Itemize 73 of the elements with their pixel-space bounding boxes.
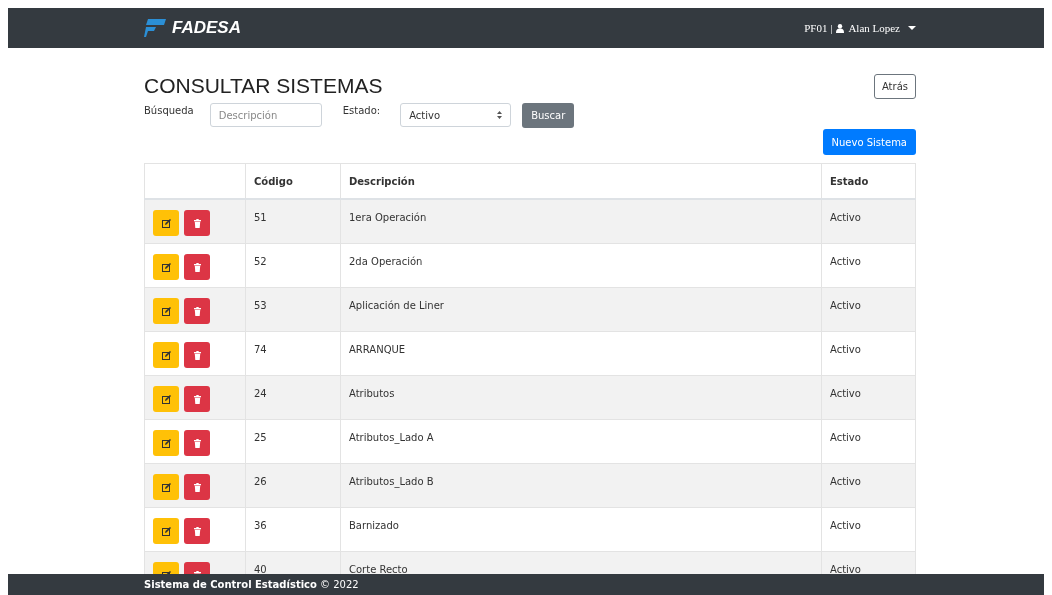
user-name: Alan Lopez — [848, 22, 900, 34]
search-label: Búsqueda — [144, 105, 194, 116]
code-cell: 74 — [245, 331, 341, 375]
user-menu[interactable]: PF01 | Alan Lopez — [804, 22, 916, 34]
edit-button[interactable] — [153, 254, 179, 280]
brand-name: FADESA — [172, 18, 241, 38]
edit-button[interactable] — [153, 518, 179, 544]
delete-button[interactable] — [184, 342, 210, 368]
delete-button[interactable] — [184, 518, 210, 544]
status-cell: Activo — [821, 463, 916, 507]
user-icon — [836, 23, 845, 33]
user-code: PF01 | — [804, 22, 833, 34]
new-system-button[interactable]: Nuevo Sistema — [822, 129, 916, 155]
code-cell: 52 — [245, 243, 341, 287]
edit-icon — [161, 438, 171, 448]
trash-icon — [193, 438, 201, 448]
edit-button[interactable] — [153, 474, 179, 500]
delete-button[interactable] — [184, 210, 210, 237]
trash-icon — [193, 306, 201, 316]
delete-button[interactable] — [184, 254, 210, 280]
edit-icon — [161, 306, 171, 316]
delete-button[interactable] — [184, 386, 210, 412]
code-cell: 51 — [245, 199, 341, 243]
status-cell: Activo — [821, 287, 916, 331]
edit-icon — [161, 482, 171, 492]
status-cell: Activo — [821, 507, 916, 551]
description-cell: Barnizado — [340, 507, 822, 551]
code-cell: 53 — [245, 287, 341, 331]
edit-button[interactable] — [153, 298, 179, 324]
select-arrows-icon — [497, 111, 503, 119]
description-cell: Atributos_Lado B — [340, 463, 822, 507]
code-cell: 36 — [245, 507, 341, 551]
description-cell: 1era Operación — [340, 199, 822, 243]
status-select[interactable]: Activo — [400, 103, 512, 127]
trash-icon — [193, 218, 201, 228]
description-cell: ARRANQUE — [340, 331, 822, 375]
edit-icon — [161, 218, 171, 228]
status-cell: Activo — [821, 243, 916, 287]
footer-text: Sistema de Control Estadístico © 2022 — [144, 579, 359, 590]
code-cell: 26 — [245, 463, 341, 507]
delete-button[interactable] — [184, 298, 210, 324]
page-title: CONSULTAR SISTEMAS — [144, 74, 383, 98]
edit-button[interactable] — [153, 386, 179, 412]
caret-icon — [908, 25, 916, 31]
logo-icon — [144, 19, 166, 37]
edit-icon — [161, 394, 171, 404]
status-label: Estado: — [342, 105, 381, 116]
trash-icon — [193, 482, 201, 492]
status-cell: Activo — [821, 375, 916, 419]
edit-icon — [161, 526, 171, 536]
edit-button[interactable] — [153, 210, 179, 237]
edit-button[interactable] — [153, 430, 179, 456]
delete-button[interactable] — [184, 430, 210, 456]
edit-icon — [161, 350, 171, 360]
delete-button[interactable] — [184, 474, 210, 500]
status-cell: Activo — [821, 199, 916, 243]
back-button[interactable]: Atrás — [873, 74, 916, 99]
edit-icon — [161, 262, 171, 272]
code-cell: 25 — [245, 419, 341, 463]
status-cell: Activo — [821, 419, 916, 463]
trash-icon — [193, 526, 201, 536]
description-cell: Aplicación de Liner — [340, 287, 822, 331]
description-cell: Atributos_Lado A — [340, 419, 822, 463]
code-cell: 24 — [245, 375, 341, 419]
search-button[interactable]: Buscar — [522, 103, 575, 128]
trash-icon — [193, 394, 201, 404]
status-cell: Activo — [821, 331, 916, 375]
description-cell: Atributos — [340, 375, 822, 419]
search-field[interactable]: Descripción — [209, 103, 322, 127]
trash-icon — [193, 350, 201, 360]
trash-icon — [193, 262, 201, 272]
description-cell: 2da Operación — [340, 243, 822, 287]
edit-button[interactable] — [153, 342, 179, 368]
